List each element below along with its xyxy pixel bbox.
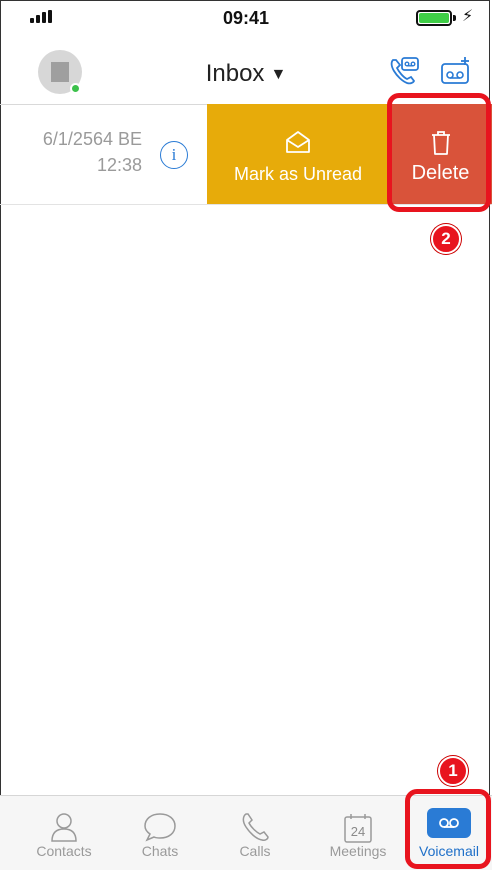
- voicemail-date: 6/1/2564 BE: [42, 129, 142, 149]
- voicemail-time: 12:38: [96, 155, 142, 175]
- voicemail-timestamp: 6/1/2564 BE 12:38: [22, 126, 142, 178]
- tab-meetings[interactable]: 24 Meetings: [318, 796, 398, 870]
- step-1-badge: 1: [438, 756, 468, 786]
- contacts-icon: [51, 813, 77, 842]
- info-icon[interactable]: i: [160, 141, 188, 169]
- tab-contacts[interactable]: Contacts: [28, 796, 100, 870]
- mark-as-unread-button[interactable]: Mark as Unread: [207, 104, 389, 204]
- delete-highlight-box: [387, 93, 491, 212]
- calls-icon: [242, 813, 269, 841]
- tab-calls[interactable]: Calls: [222, 796, 288, 870]
- tab-chats[interactable]: Chats: [122, 796, 198, 870]
- new-voicemail-icon[interactable]: [440, 56, 472, 86]
- step-2-badge: 2: [431, 224, 461, 254]
- caret-down-icon: ▼: [270, 65, 287, 83]
- meetings-calendar-icon: 24: [344, 814, 372, 843]
- calendar-day: 24: [351, 824, 365, 839]
- battery-icon: [416, 10, 452, 26]
- chats-icon: [144, 813, 176, 842]
- mark-as-unread-label: Mark as Unread: [233, 164, 363, 184]
- charging-icon: ⚡: [462, 8, 474, 25]
- voicemail-tab-highlight-box: [405, 789, 491, 869]
- tab-chats-label: Chats: [141, 843, 179, 859]
- page-title: Inbox: [205, 60, 265, 87]
- envelope-open-icon: [286, 131, 310, 153]
- tab-calls-label: Calls: [239, 843, 271, 859]
- call-voicemail-icon[interactable]: [388, 56, 420, 86]
- battery-tip: [453, 15, 456, 21]
- status-bar: 09:41 ⚡: [0, 0, 492, 34]
